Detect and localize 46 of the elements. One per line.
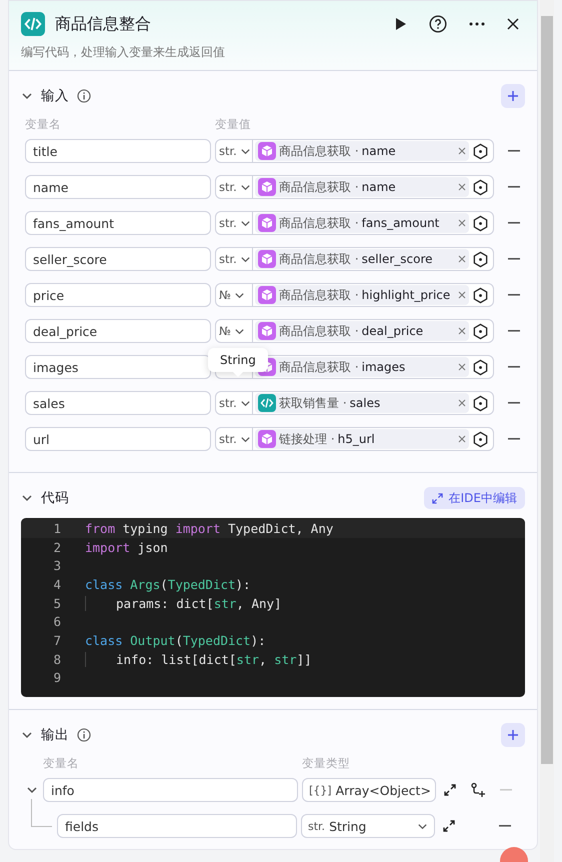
source-field-label: deal_price bbox=[362, 324, 424, 338]
source-field-label: highlight_price bbox=[362, 288, 450, 302]
code-line: class Args(TypedDict): bbox=[85, 576, 251, 592]
line-number: 6 bbox=[52, 614, 62, 630]
source-field-label: fans_amount bbox=[362, 216, 440, 230]
type-icon: [{}] bbox=[309, 784, 332, 796]
panel-title: 商品信息整合 bbox=[55, 14, 152, 34]
type-label: Array<Object> bbox=[336, 782, 431, 798]
column-header: 变量名 bbox=[43, 756, 80, 771]
code-line: from typing import TypedDict, Any bbox=[85, 520, 334, 536]
line-number: 9 bbox=[52, 670, 62, 686]
type-icon: str. bbox=[308, 820, 326, 832]
source-field-label: name bbox=[362, 144, 396, 158]
section-title: 代码 bbox=[41, 489, 69, 507]
line-number: 7 bbox=[52, 632, 62, 648]
line-number: 8 bbox=[52, 652, 62, 667]
source-node-label: 链接处理 · bbox=[279, 430, 335, 448]
source-field-label: sales bbox=[350, 396, 380, 410]
section-title: 输入 bbox=[41, 87, 69, 105]
source-node-label: 商品信息获取 · bbox=[279, 178, 359, 196]
line-number: 1 bbox=[52, 520, 62, 536]
column-header: 变量名 bbox=[25, 117, 62, 132]
line-number: 2 bbox=[52, 540, 62, 555]
source-node-label: 商品信息获取 · bbox=[279, 322, 359, 340]
source-node-label: 商品信息获取 · bbox=[279, 214, 359, 232]
code-line: info: list[dict[str, str]] bbox=[85, 652, 312, 667]
source-field-label: images bbox=[362, 360, 406, 374]
column-header: 变量类型 bbox=[302, 756, 350, 771]
source-node-label: 商品信息获取 · bbox=[279, 358, 359, 376]
code-line: class Output(TypedDict): bbox=[85, 632, 266, 648]
source-node-label: 商品信息获取 · bbox=[279, 250, 359, 268]
code-line: params: dict[str, Any] bbox=[85, 596, 282, 611]
line-number: 5 bbox=[52, 596, 62, 611]
section-title: 输出 bbox=[41, 726, 69, 744]
source-field-label: h5_url bbox=[338, 432, 375, 446]
source-node-label: 获取销售量 · bbox=[279, 394, 347, 412]
panel-description: 编写代码，处理输入变量来生成返回值 bbox=[21, 44, 226, 61]
type-label: String bbox=[329, 818, 368, 834]
line-number: 3 bbox=[52, 558, 62, 574]
code-line: import json bbox=[85, 540, 168, 555]
source-field-label: seller_score bbox=[362, 252, 433, 266]
source-node-label: 商品信息获取 · bbox=[279, 142, 359, 160]
source-field-label: name bbox=[362, 180, 396, 194]
source-node-label: 商品信息获取 · bbox=[279, 286, 359, 304]
line-number: 4 bbox=[52, 576, 62, 592]
column-header: 变量值 bbox=[215, 117, 251, 132]
